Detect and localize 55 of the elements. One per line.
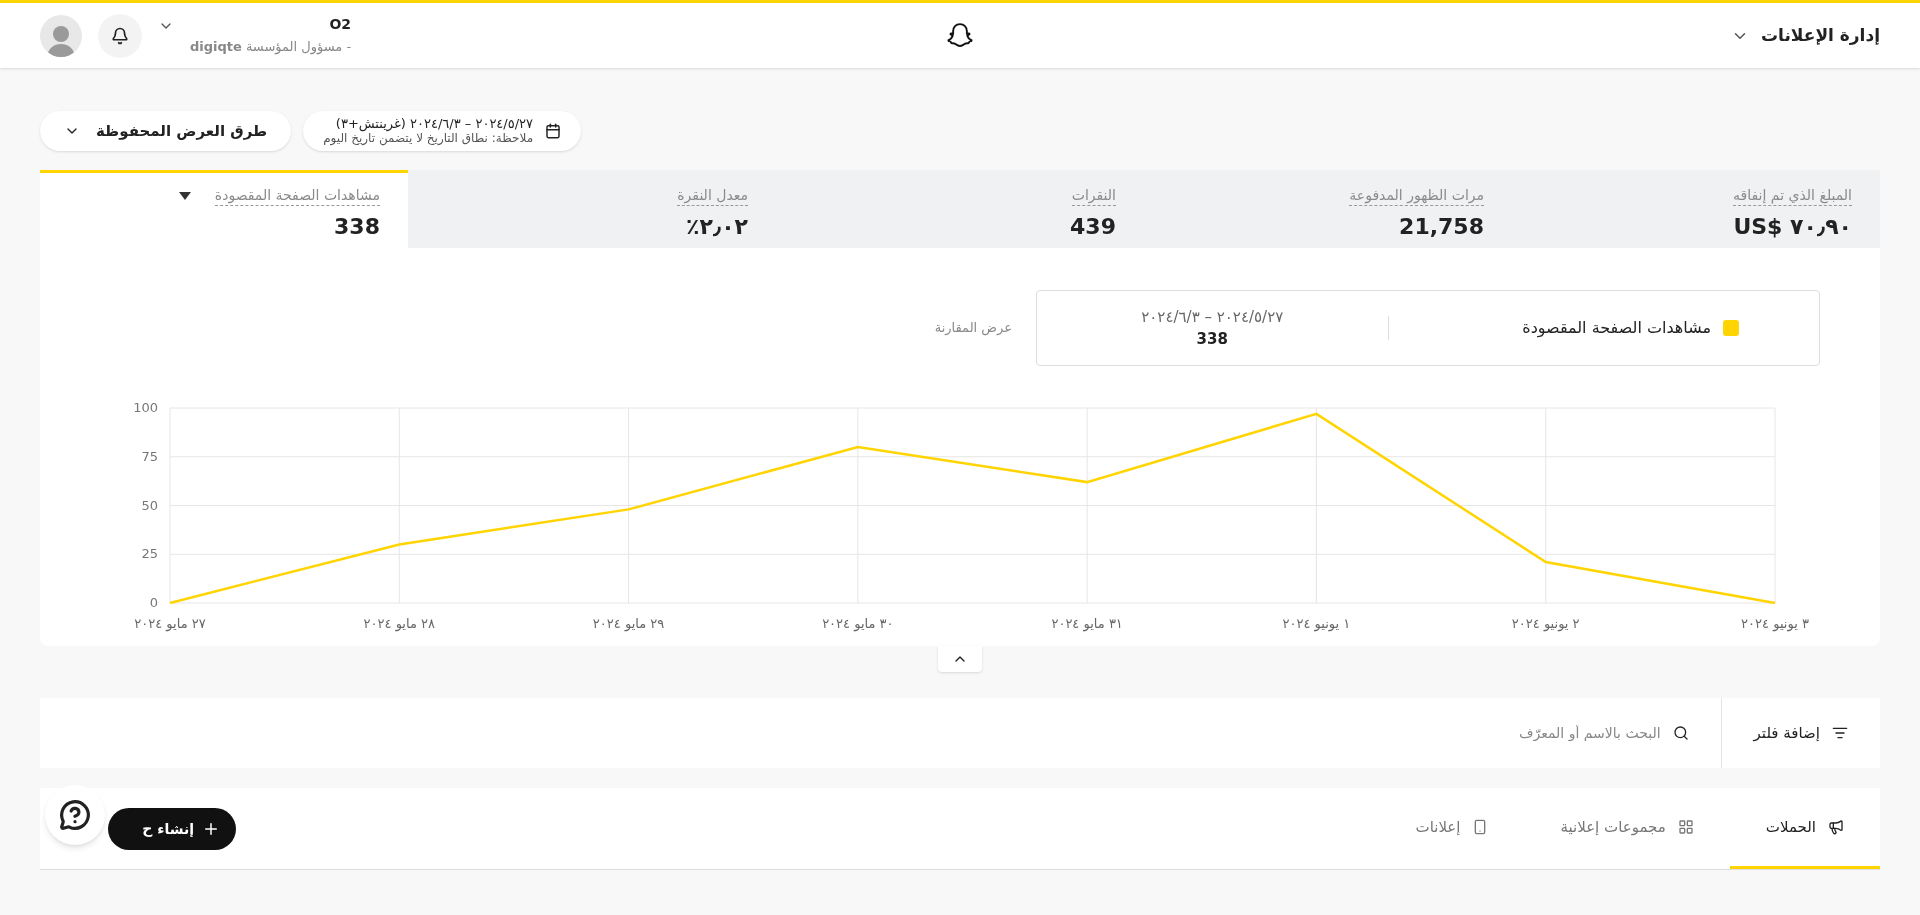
metric-value: ٢٫٠٢٪ bbox=[686, 213, 748, 241]
y-axis-label: 100 bbox=[133, 400, 158, 415]
saved-views-dropdown[interactable]: طرق العرض المحفوظة bbox=[40, 111, 292, 151]
add-filter-button[interactable]: إضافة فلتر bbox=[1720, 698, 1880, 768]
page-title: إدارة الإعلانات bbox=[1761, 23, 1880, 47]
metric-value: 338 bbox=[334, 213, 380, 241]
metric-label: المبلغ الذي تم إنفاقه bbox=[1733, 185, 1852, 206]
dropdown-triangle-icon[interactable] bbox=[178, 191, 191, 200]
x-axis-label: ٣٠ مايو ٢٠٢٤ bbox=[822, 616, 894, 631]
user-avatar[interactable] bbox=[40, 14, 82, 57]
tab[interactable]: الحملات bbox=[1729, 788, 1880, 869]
date-note: ملاحظة: نطاق التاريخ لا يتضمن تاريخ اليوم bbox=[323, 131, 534, 146]
x-axis-label: ٢٨ مايو ٢٠٢٤ bbox=[363, 616, 435, 631]
date-range: ٢٠٢٤/٥/٢٧ – ٢٠٢٤/٦/٣ (غرينتش+٣) bbox=[335, 116, 534, 131]
calendar-icon bbox=[545, 123, 562, 139]
bell-icon bbox=[111, 26, 129, 45]
filter-icon bbox=[1832, 725, 1848, 741]
y-axis-label: 75 bbox=[141, 448, 158, 464]
metric-value: ٧٠٫٩٠ $US bbox=[1733, 213, 1852, 241]
metric-label: معدل النقرة bbox=[677, 185, 748, 206]
metric-tab[interactable]: معدل النقرة ٢٫٠٢٪ bbox=[408, 170, 776, 248]
x-axis-label: ٢ يونيو ٢٠٢٤ bbox=[1511, 616, 1580, 631]
notifications-button[interactable] bbox=[98, 13, 142, 58]
plus-icon bbox=[202, 820, 220, 838]
collapse-button[interactable] bbox=[938, 646, 982, 672]
legend-date-range: ٢٠٢٤/٥/٢٧ – ٢٠٢٤/٦/٣ bbox=[1141, 306, 1284, 328]
metric-label: مشاهدات الصفحة المقصودة bbox=[214, 185, 380, 206]
search-icon bbox=[1672, 725, 1689, 741]
x-axis-label: ١ يونيو ٢٠٢٤ bbox=[1282, 616, 1351, 631]
account-role: - مسؤول المؤسسة bbox=[245, 38, 352, 57]
tab[interactable]: مجموعات إعلانية bbox=[1524, 788, 1730, 869]
help-icon bbox=[59, 799, 91, 831]
metric-label: النقرات bbox=[1071, 185, 1116, 206]
metric-tab[interactable]: المبلغ الذي تم إنفاقه ٧٠٫٩٠ $US bbox=[1512, 170, 1880, 248]
compare-link[interactable]: عرض المقارنة bbox=[934, 318, 1012, 338]
legend-total: 338 bbox=[1196, 329, 1228, 350]
x-axis-label: ٢٩ مايو ٢٠٢٤ bbox=[592, 616, 665, 631]
date-range-picker[interactable]: ٢٠٢٤/٥/٢٧ – ٢٠٢٤/٦/٣ (غرينتش+٣) ملاحظة: نطاق التاريخ لا يتضمن تاريخ اليوم bbox=[303, 111, 582, 151]
x-axis-label: ٢٧ مايو ٢٠٢٤ bbox=[134, 616, 206, 631]
metric-value: 439 bbox=[1070, 213, 1116, 241]
organization-name: digiqte bbox=[190, 38, 242, 57]
y-axis-label: 25 bbox=[141, 546, 158, 562]
legend-label: مشاهدات الصفحة المقصودة bbox=[1522, 317, 1711, 340]
megaphone-icon bbox=[1828, 819, 1844, 835]
y-axis-label: 0 bbox=[149, 595, 158, 610]
x-axis-label: ٣١ مايو ٢٠٢٤ bbox=[1051, 616, 1123, 631]
y-axis-label: 50 bbox=[141, 497, 158, 513]
help-button[interactable] bbox=[45, 785, 105, 845]
x-axis-label: ٣ يونيو ٢٠٢٤ bbox=[1741, 616, 1809, 631]
account-name: O2 bbox=[329, 15, 352, 35]
grid-icon bbox=[1677, 819, 1694, 835]
create-button[interactable]: إنشاء ح bbox=[108, 808, 236, 850]
metric-value: 21,758 bbox=[1399, 213, 1484, 241]
tab[interactable]: إعلانات bbox=[1379, 788, 1525, 869]
metric-label: مرات الظهور المدفوعة bbox=[1349, 185, 1484, 206]
